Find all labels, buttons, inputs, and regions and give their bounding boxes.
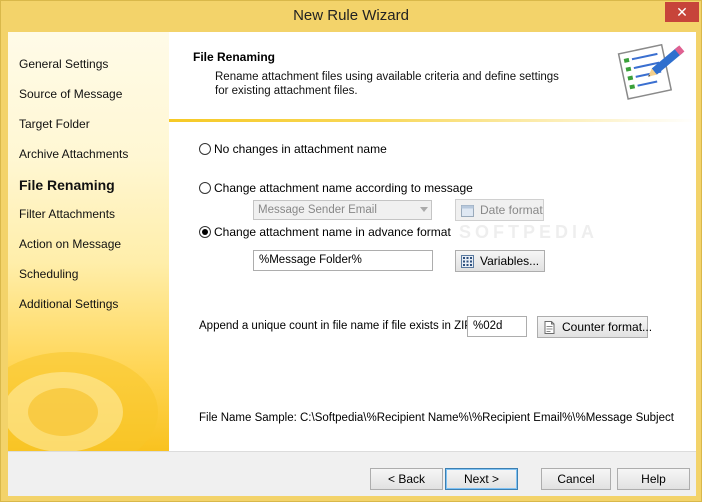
by-message-label[interactable]: Change attachment name according to mess… (214, 181, 473, 195)
title-bar[interactable]: New Rule Wizard ✕ (1, 1, 701, 31)
counter-format-button[interactable]: Counter format... (537, 316, 652, 338)
sidebar-item-target-folder[interactable]: Target Folder (19, 117, 90, 131)
sidebar-decoration-icon (8, 352, 158, 451)
message-field-combo-value: Message Sender Email (258, 204, 377, 216)
date-format-label: Date format (480, 203, 543, 217)
no-change-radio[interactable] (199, 143, 211, 155)
sidebar-item-action-on-message[interactable]: Action on Message (19, 237, 121, 251)
sidebar-item-scheduling[interactable]: Scheduling (19, 267, 78, 281)
close-button[interactable]: ✕ (665, 2, 699, 22)
header-divider (169, 119, 696, 122)
sidebar-item-general-settings[interactable]: General Settings (19, 57, 108, 71)
sample-label: File Name Sample: (199, 412, 297, 424)
by-message-radio[interactable] (199, 182, 211, 194)
sample-value: C:\Softpedia\%Recipient Name%\%Recipient… (300, 412, 674, 424)
counter-format-label: Counter format... (562, 320, 653, 334)
page-description: Rename attachment files using available … (215, 71, 559, 97)
advanced-format-input[interactable]: %Message Folder% (253, 250, 433, 271)
date-format-button[interactable]: Date format (455, 199, 544, 221)
variables-button[interactable]: Variables... (455, 250, 545, 272)
variables-label: Variables... (480, 254, 540, 268)
grid-icon (461, 255, 474, 268)
sidebar-item-archive-attachments[interactable]: Archive Attachments (19, 147, 128, 161)
cancel-button[interactable]: Cancel (541, 468, 611, 490)
wizard-client: General Settings Source of Message Targe… (8, 32, 696, 496)
zip-count-input[interactable]: %02d (467, 316, 527, 337)
zip-count-label: Append a unique count in file name if fi… (199, 320, 476, 332)
notepad-pen-icon (617, 43, 685, 100)
sidebar-item-source-of-message[interactable]: Source of Message (19, 87, 122, 101)
page-title: File Renaming (193, 50, 276, 64)
advanced-format-radio[interactable] (199, 226, 211, 238)
window-title: New Rule Wizard (293, 7, 409, 24)
content-panel: File Renaming Rename attachment files us… (169, 32, 696, 451)
page-header: File Renaming Rename attachment files us… (169, 32, 696, 122)
sidebar-item-additional-settings[interactable]: Additional Settings (19, 297, 118, 311)
chevron-down-icon (420, 207, 428, 212)
help-button[interactable]: Help (617, 468, 690, 490)
sidebar-item-filter-attachments[interactable]: Filter Attachments (19, 207, 115, 221)
no-change-label[interactable]: No changes in attachment name (214, 142, 387, 156)
button-bar: < Back Next > Cancel Help (8, 451, 696, 496)
next-button[interactable]: Next > (445, 468, 518, 490)
back-button[interactable]: < Back (370, 468, 443, 490)
calendar-icon (461, 205, 474, 217)
sidebar-item-file-renaming[interactable]: File Renaming (19, 177, 115, 193)
watermark-text: SOFTPEDIA (459, 222, 599, 242)
message-field-combo[interactable]: Message Sender Email (253, 200, 432, 220)
document-icon (544, 321, 555, 334)
sidebar: General Settings Source of Message Targe… (8, 32, 169, 451)
advanced-format-label[interactable]: Change attachment name in advance format (214, 225, 451, 239)
wizard-window: New Rule Wizard ✕ General Settings Sourc… (0, 0, 702, 502)
